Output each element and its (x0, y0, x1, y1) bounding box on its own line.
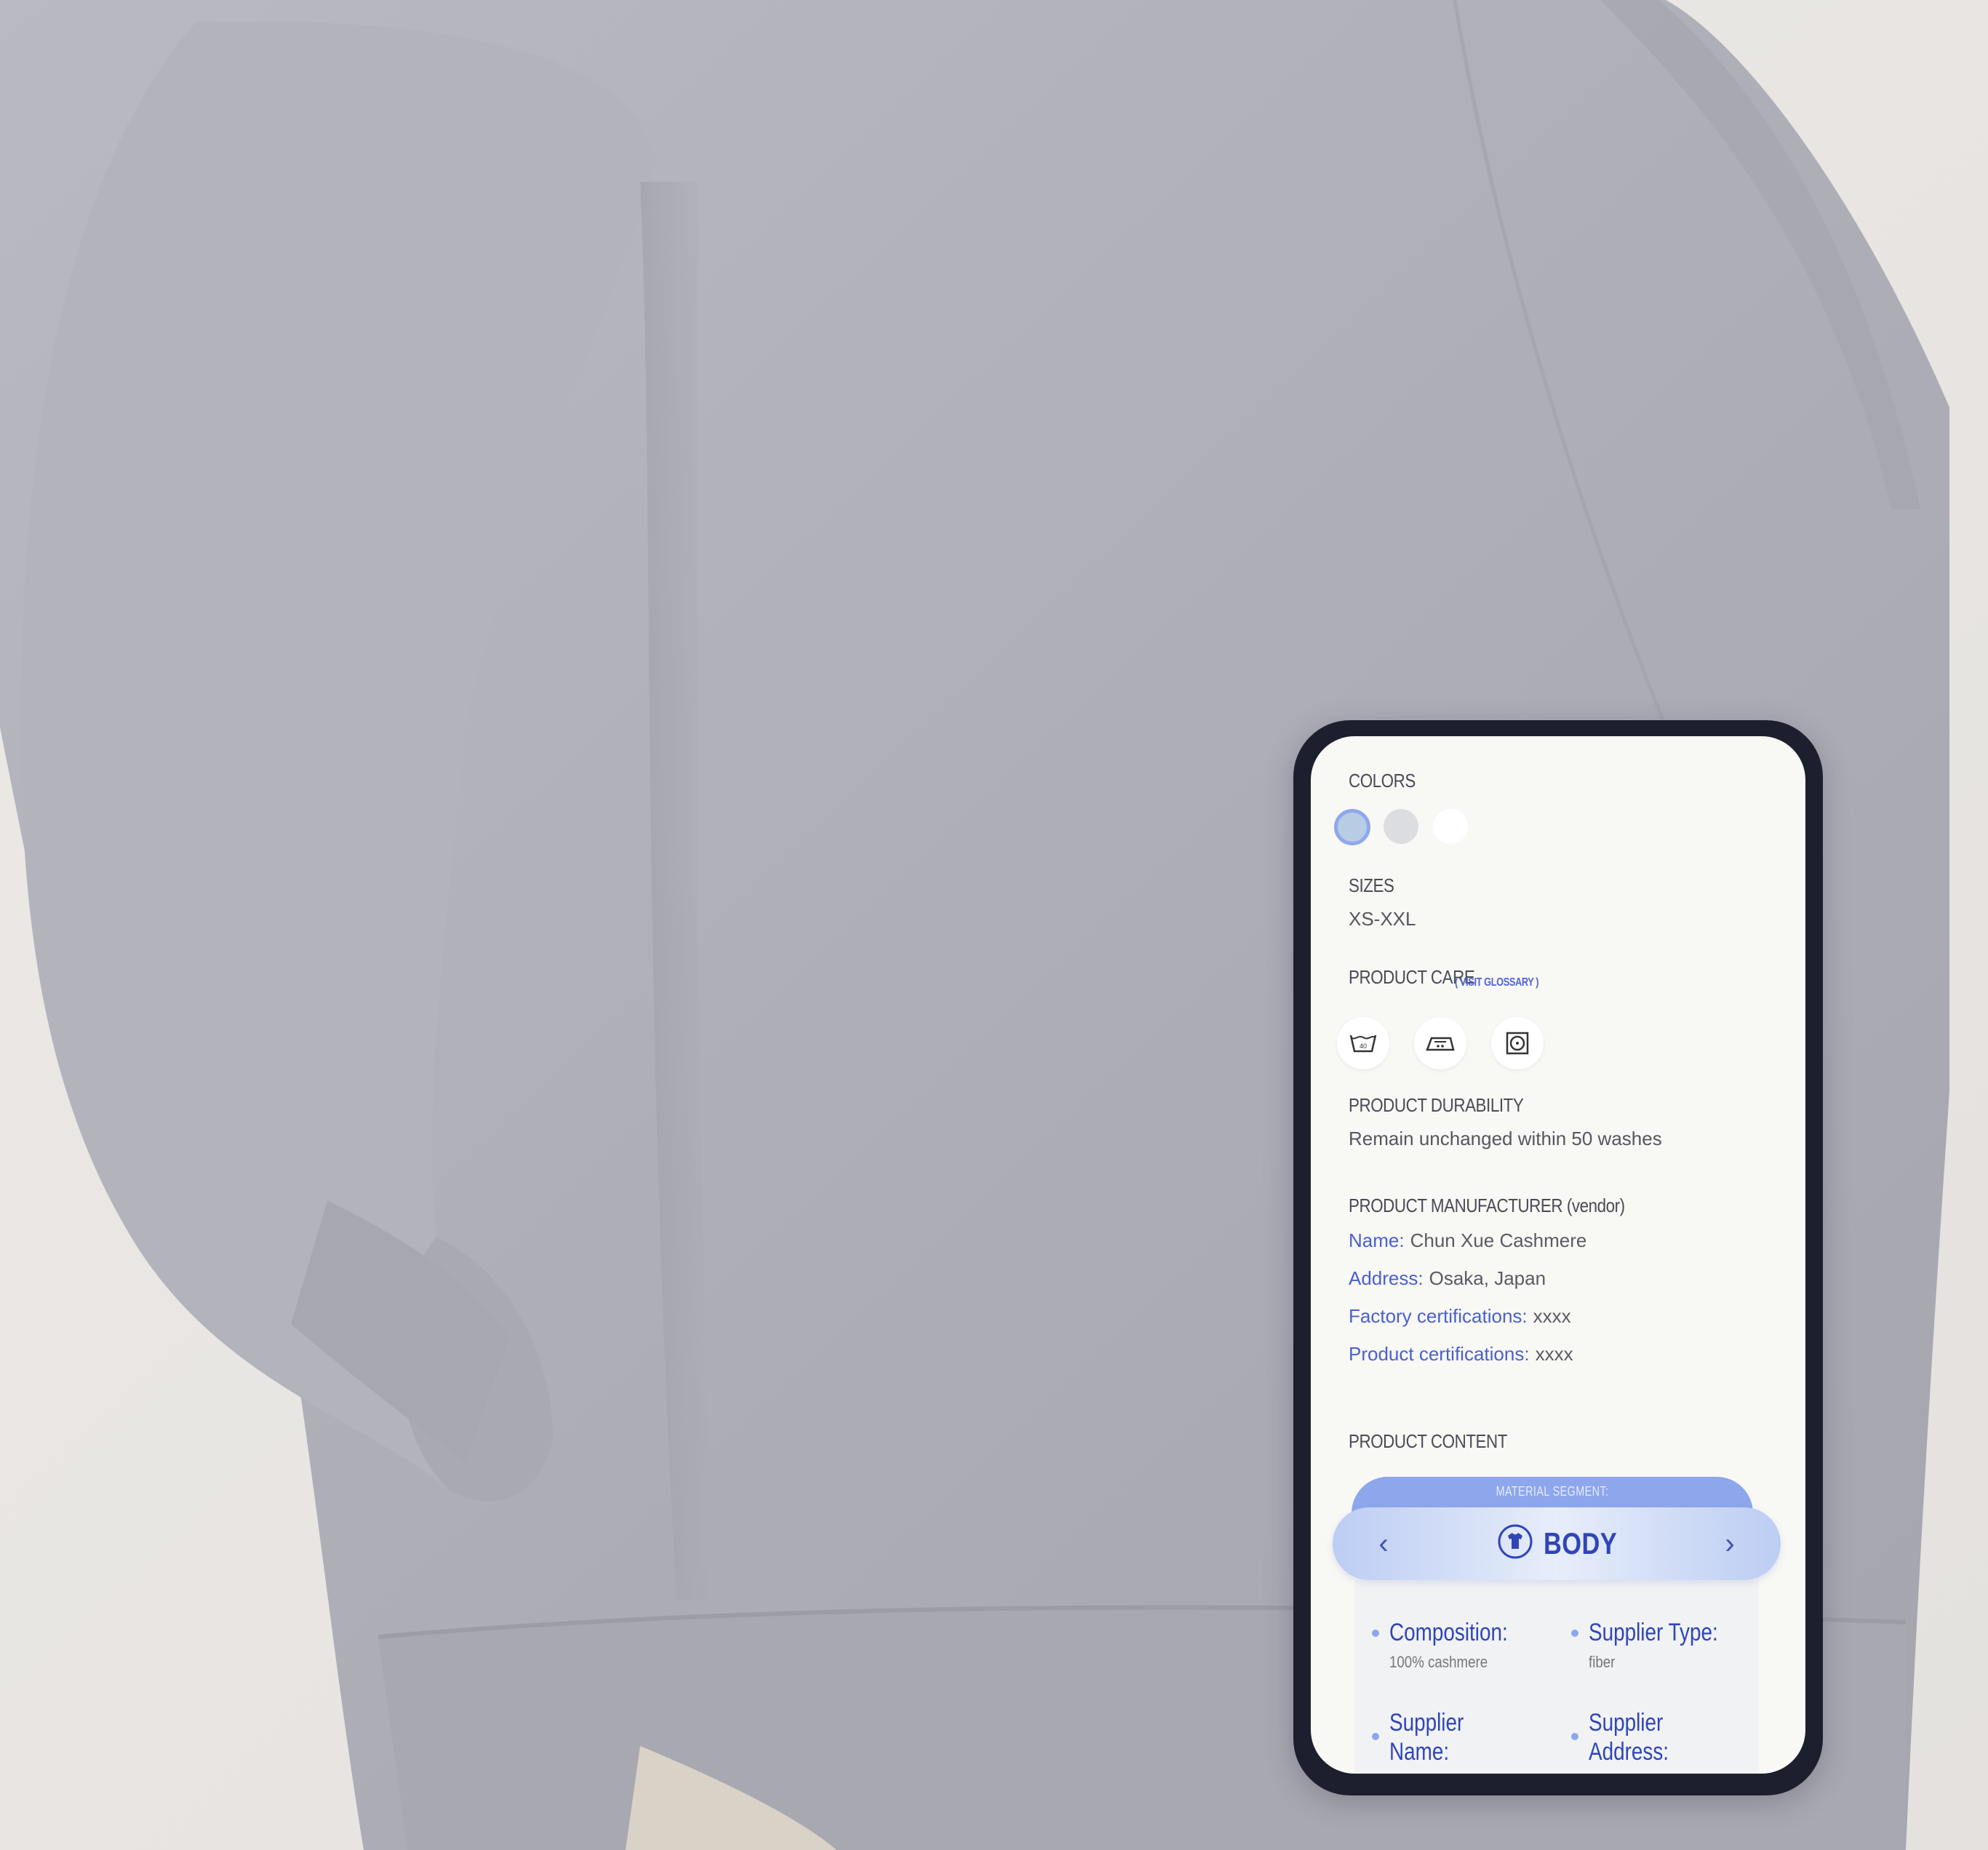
sizes-title: SIZES (1349, 874, 1394, 896)
manufacturer-name-row: Name: Chun Xue Cashmere (1349, 1229, 1586, 1252)
product-certifications-label: Product certifications: (1349, 1343, 1530, 1365)
material-segment-selector: ‹ BODY › (1333, 1507, 1781, 1580)
wash-40-icon[interactable]: 40 (1337, 1017, 1389, 1069)
phone-mockup: COLORS SIZES XS-XXL PRODUCT CARE ( VISIT… (1293, 720, 1823, 1795)
colors-title: COLORS (1349, 770, 1416, 792)
bullet-icon (1372, 1733, 1379, 1740)
color-swatch-grey[interactable] (1384, 809, 1418, 844)
manufacturer-name-value: Chun Xue Cashmere (1410, 1229, 1587, 1251)
durability-title: PRODUCT DURABILITY (1349, 1094, 1524, 1116)
factory-certifications-row: Factory certifications: xxxx (1349, 1305, 1571, 1328)
phone-screen: COLORS SIZES XS-XXL PRODUCT CARE ( VISIT… (1311, 736, 1805, 1774)
bullet-icon (1372, 1630, 1379, 1637)
color-swatch-blue[interactable] (1334, 809, 1370, 845)
supplier-name-label: Supplier Name: (1389, 1709, 1464, 1766)
bullet-icon (1571, 1630, 1578, 1637)
durability-value: Remain unchanged within 50 washes (1349, 1128, 1662, 1149)
composition-value: 100% cashmere (1389, 1653, 1488, 1671)
factory-certifications-label: Factory certifications: (1349, 1305, 1528, 1327)
manufacturer-title: PRODUCT MANUFACTURER (vendor) (1349, 1195, 1625, 1216)
manufacturer-name-label: Name: (1349, 1229, 1405, 1251)
supplier-type-value: fiber (1589, 1653, 1616, 1671)
tumble-dry-icon[interactable] (1491, 1017, 1544, 1069)
manufacturer-address-row: Address: Osaka, Japan (1349, 1267, 1546, 1290)
chevron-right-icon[interactable]: › (1715, 1529, 1744, 1558)
segment-label: BODY (1497, 1523, 1633, 1563)
product-certifications-value: xxxx (1535, 1343, 1573, 1365)
manufacturer-address-label: Address: (1349, 1267, 1424, 1289)
tshirt-icon (1497, 1523, 1533, 1563)
material-segment-caption: MATERIAL SEGMENT: (1496, 1484, 1609, 1499)
supplier-address-label: Supplier Address: (1589, 1709, 1669, 1766)
visit-glossary-link[interactable]: ( VISIT GLOSSARY ) (1455, 976, 1539, 989)
supplier-type-label: Supplier Type: (1589, 1619, 1718, 1646)
composition-label: Composition: (1389, 1619, 1508, 1646)
bullet-icon (1571, 1733, 1578, 1740)
sizes-value: XS-XXL (1349, 908, 1416, 930)
svg-text:40: 40 (1360, 1042, 1367, 1050)
product-content-title: PRODUCT CONTENT (1349, 1430, 1507, 1452)
manufacturer-address-value: Osaka, Japan (1429, 1267, 1546, 1289)
iron-icon[interactable] (1414, 1017, 1466, 1069)
color-swatch-white[interactable] (1433, 809, 1468, 844)
factory-certifications-value: xxxx (1533, 1305, 1571, 1327)
segment-name: BODY (1544, 1526, 1618, 1560)
product-certifications-row: Product certifications: xxxx (1349, 1343, 1573, 1365)
chevron-left-icon[interactable]: ‹ (1369, 1529, 1398, 1558)
